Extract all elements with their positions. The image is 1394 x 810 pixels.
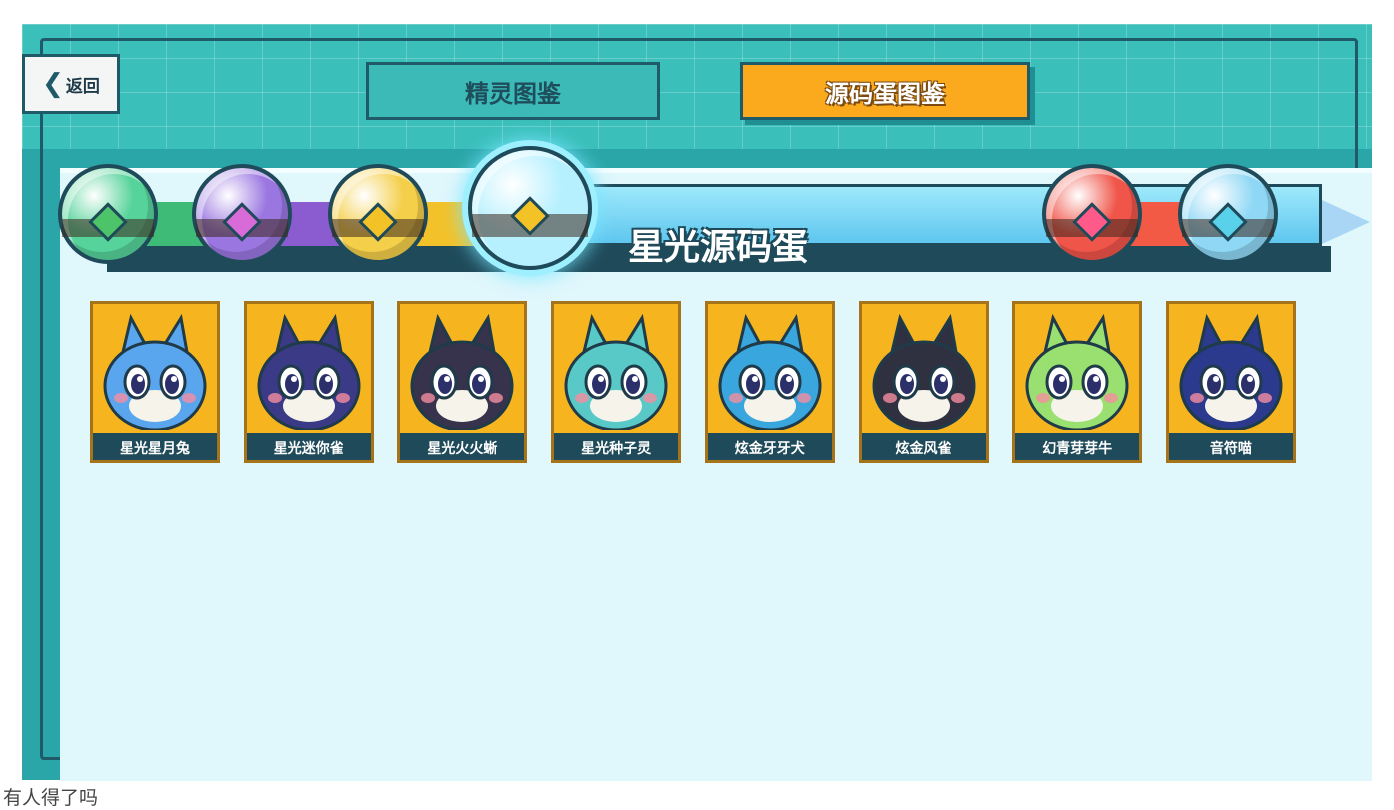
creature-portrait (1179, 314, 1283, 430)
creature-card[interactable]: 音符喵 (1165, 301, 1296, 463)
header-grid-background (22, 24, 1372, 149)
green-egg[interactable] (58, 164, 158, 264)
creature-name: 炫金牙牙犬 (707, 433, 832, 460)
caption-text: 有人得了吗 (3, 787, 99, 809)
creature-name: 幻青芽芽牛 (1015, 433, 1140, 460)
creature-card[interactable]: 星光星月兔 (90, 301, 220, 463)
creature-portrait (103, 314, 207, 430)
creature-name: 星光种子灵 (554, 433, 679, 460)
gold-egg[interactable] (328, 164, 428, 264)
creature-portrait (564, 314, 668, 430)
creature-card[interactable]: 星光种子灵 (551, 301, 682, 463)
creature-name: 星光迷你雀 (246, 433, 371, 460)
back-button-label: 返回 (65, 76, 100, 97)
creature-name: 星光火火蜥 (400, 433, 525, 460)
red-egg[interactable] (1042, 164, 1142, 264)
egg-banner-tail (1322, 200, 1370, 244)
game-window: ❮ 返回 精灵图鉴 源码蛋图鉴 星光源码蛋 星光星月兔 星光迷你雀 星光火火蜥 星光种… (22, 24, 1372, 781)
creature-portrait (410, 314, 514, 430)
creature-card[interactable]: 炫金牙牙犬 (704, 301, 835, 463)
chevron-left-icon: ❮ (42, 69, 64, 99)
creature-portrait (872, 314, 975, 430)
tab-egg-encyclopedia[interactable]: 源码蛋图鉴 (740, 62, 1030, 120)
creature-portrait (1025, 314, 1129, 430)
purple-egg[interactable] (192, 164, 292, 264)
creature-name: 星光星月兔 (93, 433, 217, 460)
creature-name: 音符喵 (1168, 433, 1293, 460)
back-button[interactable]: ❮ 返回 (22, 54, 120, 114)
creature-name: 炫金风雀 (861, 433, 986, 460)
ice-egg[interactable] (1178, 164, 1278, 264)
tab-pet-encyclopedia[interactable]: 精灵图鉴 (366, 62, 660, 120)
creature-card[interactable]: 幻青芽芽牛 (1012, 301, 1143, 463)
creature-card[interactable]: 星光迷你雀 (243, 301, 374, 463)
starlight-egg[interactable] (468, 146, 592, 270)
creature-portrait (257, 314, 361, 430)
selected-egg-title: 星光源码蛋 (628, 227, 809, 268)
creature-card[interactable]: 星光火火蜥 (397, 301, 528, 463)
creature-card[interactable]: 炫金风雀 (858, 301, 989, 463)
creature-portrait (718, 314, 822, 430)
